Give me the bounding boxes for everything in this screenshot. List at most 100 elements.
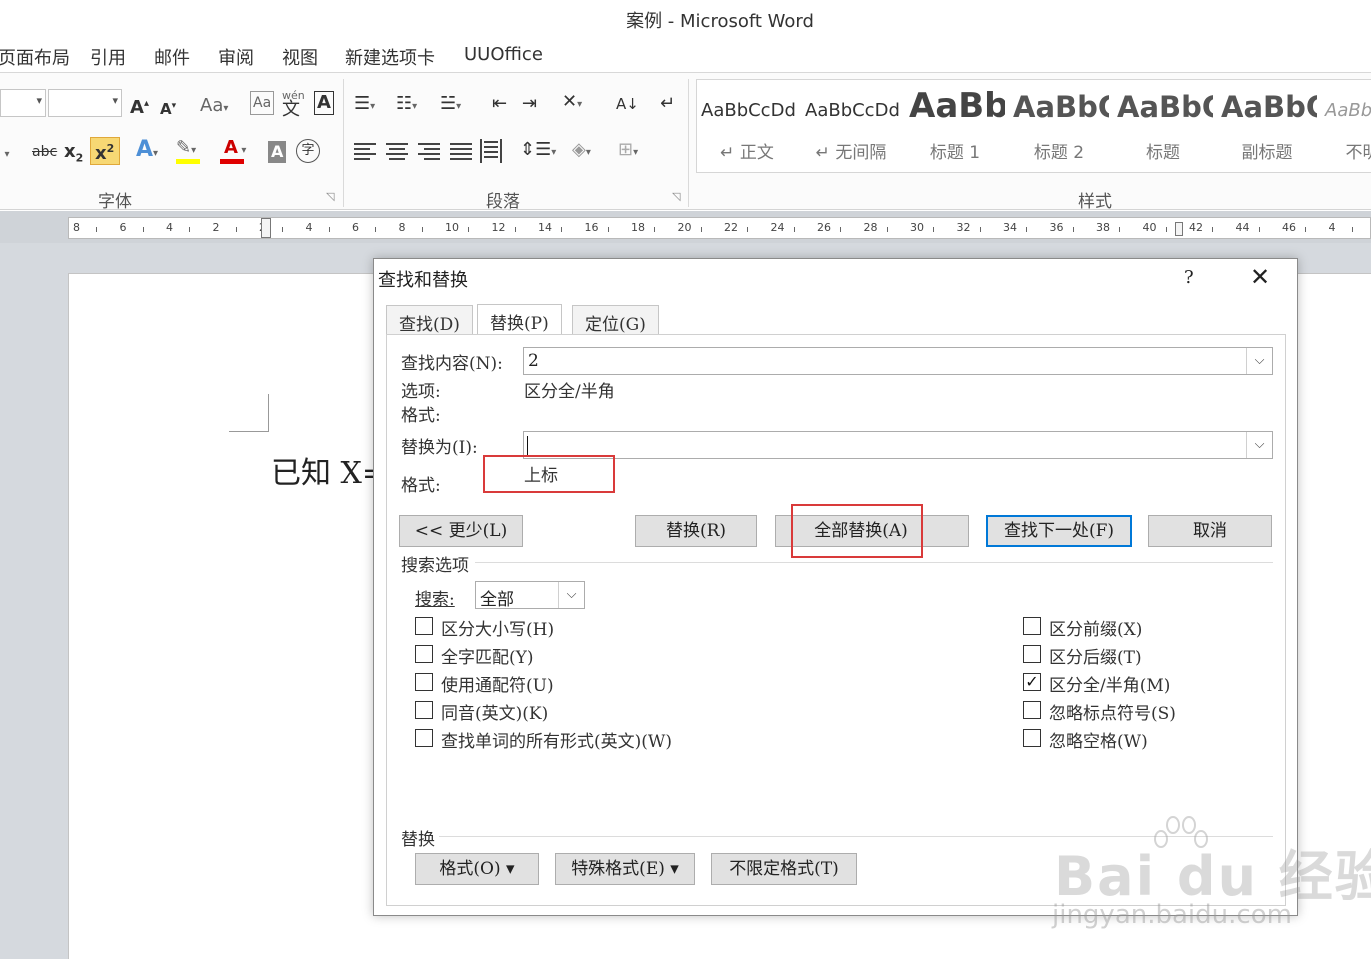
indent-marker[interactable] (261, 218, 271, 238)
replace-section-label: 替换 (401, 830, 435, 850)
font-dialog-launcher-icon[interactable]: ◹ (326, 190, 334, 203)
underline-icon[interactable]: J ▾ (0, 141, 10, 166)
tab-goto[interactable]: 定位(G) (572, 305, 659, 335)
justify-icon[interactable] (450, 143, 472, 161)
style-subtle-emphasis[interactable]: AaBb 不明显 (1321, 80, 1371, 172)
highlight-box-format (483, 455, 615, 493)
grow-font-icon[interactable]: A▴ (130, 93, 149, 119)
document-text[interactable]: 已知 X= (271, 448, 387, 492)
shrink-font-icon[interactable]: A▾ (160, 95, 176, 120)
text-effects-icon[interactable]: A▾ (136, 139, 158, 165)
line-spacing-icon[interactable]: ⇕☰▾ (520, 139, 556, 164)
change-case-icon[interactable]: Aa▾ (200, 95, 228, 120)
superscript-icon[interactable]: x2 (90, 137, 120, 165)
numbering-icon[interactable]: ☷▾ (396, 93, 417, 118)
paragraph-group-label: 段落 (486, 192, 520, 212)
ruler-label: 28 (863, 221, 878, 234)
match-width-label: 区分全/半角(M) (1049, 676, 1171, 696)
char-border-icon[interactable]: A (314, 91, 334, 115)
font-size-combo[interactable]: ▾ (48, 89, 122, 117)
enclose-char-icon[interactable]: 字 (296, 139, 320, 163)
chinese-layout-icon[interactable]: ✕▾ (562, 91, 582, 116)
find-input[interactable]: 2 ⌵ (523, 347, 1273, 375)
paragraph-dialog-launcher-icon[interactable]: ◹ (672, 190, 680, 203)
borders-icon[interactable]: ⊞▾ (618, 139, 638, 164)
less-button[interactable]: << 更少(L) (399, 515, 523, 547)
ruler-tick (96, 227, 98, 232)
ruler-label: 12 (491, 221, 506, 234)
right-indent-marker[interactable] (1175, 222, 1183, 236)
style-subtitle[interactable]: AaBbC 副标题 (1217, 80, 1317, 172)
whole-word-checkbox[interactable] (415, 645, 433, 663)
tab-uuoffice[interactable]: UUOffice (464, 44, 543, 65)
style-normal[interactable]: AaBbCcDdI ↵ 正文 (697, 80, 797, 172)
ruler-tick (1212, 227, 1214, 232)
search-direction-dropdown-icon[interactable]: ⌵ (558, 582, 584, 608)
ignore-space-checkbox[interactable] (1023, 729, 1041, 747)
bullets-icon[interactable]: ☰▾ (354, 93, 375, 118)
style-title[interactable]: AaBbC 标题 (1113, 80, 1213, 172)
ruler-label: 4 (1328, 221, 1336, 234)
align-center-icon[interactable] (386, 143, 408, 161)
show-marks-icon[interactable]: ↵ (660, 93, 675, 115)
search-direction-select[interactable]: 全部 ⌵ (475, 581, 585, 610)
ruler-tick (282, 227, 284, 232)
match-case-checkbox[interactable] (415, 617, 433, 635)
styles-group-label: 样式 (1078, 192, 1112, 212)
distributed-icon[interactable] (480, 139, 502, 163)
tab-references[interactable]: 引用 (90, 44, 126, 70)
ruler-tick (700, 227, 702, 232)
word-forms-checkbox[interactable] (415, 729, 433, 747)
ignore-punctuation-checkbox[interactable] (1023, 701, 1041, 719)
tab-view[interactable]: 视图 (282, 44, 318, 70)
style-no-spacing[interactable]: AaBbCcDdI ↵ 无间隔 (801, 80, 901, 172)
ruler-tick (328, 227, 330, 232)
char-shading-icon[interactable]: A (268, 141, 287, 163)
increase-indent-icon[interactable]: ⇥ (522, 93, 537, 115)
match-prefix-checkbox[interactable] (1023, 617, 1041, 635)
highlight-box-replace-all (791, 504, 923, 558)
font-group-label: 字体 (98, 192, 132, 212)
font-name-combo[interactable]: ▾ (0, 89, 46, 117)
tab-mailings[interactable]: 邮件 (154, 44, 190, 70)
ruler-label: 22 (724, 221, 738, 234)
format-button[interactable]: 格式(O) ▾ (415, 853, 539, 885)
help-button[interactable]: ? (1184, 267, 1194, 288)
replace-dropdown-icon[interactable]: ⌵ (1246, 432, 1272, 458)
sort-icon[interactable]: A↓ (616, 93, 639, 115)
cancel-button[interactable]: 取消 (1148, 515, 1272, 547)
horizontal-ruler[interactable]: 8642246810121416182022242628303234363840… (68, 217, 1371, 239)
tab-page-layout[interactable]: 页面布局 (0, 44, 70, 70)
close-button[interactable]: ✕ (1250, 263, 1270, 291)
subscript-icon[interactable]: x2 (64, 141, 83, 170)
options-label: 选项: (401, 382, 441, 402)
tab-replace[interactable]: 替换(P) (477, 304, 562, 335)
align-left-icon[interactable] (354, 143, 376, 161)
no-formatting-button[interactable]: 不限定格式(T) (711, 853, 857, 885)
replace-input[interactable]: ⌵ (523, 431, 1273, 459)
group-separator (343, 79, 344, 207)
find-dropdown-icon[interactable]: ⌵ (1246, 348, 1272, 374)
tab-find[interactable]: 查找(D) (386, 305, 473, 335)
strikethrough-icon[interactable]: abc (32, 141, 57, 163)
ruler-tick (1026, 227, 1028, 232)
find-next-button[interactable]: 查找下一处(F) (986, 515, 1132, 547)
ruler-tick (979, 227, 981, 232)
wildcards-checkbox[interactable] (415, 673, 433, 691)
special-button[interactable]: 特殊格式(E) ▾ (555, 853, 695, 885)
align-right-icon[interactable] (418, 143, 440, 161)
style-heading-1[interactable]: AaBb 标题 1 (905, 80, 1005, 172)
tab-review[interactable]: 审阅 (218, 44, 254, 70)
multilevel-list-icon[interactable]: ☱▾ (440, 93, 461, 118)
tab-new-tab[interactable]: 新建选项卡 (345, 44, 435, 70)
match-suffix-checkbox[interactable] (1023, 645, 1041, 663)
decrease-indent-icon[interactable]: ⇤ (492, 93, 507, 115)
shading-icon[interactable]: ◈▾ (572, 139, 591, 164)
match-width-checkbox[interactable]: ✓ (1023, 673, 1041, 691)
ruler-tick (142, 227, 144, 232)
ruler-label: 10 (445, 221, 459, 234)
clear-format-icon[interactable]: Aa (250, 91, 275, 115)
style-heading-2[interactable]: AaBbC 标题 2 (1009, 80, 1109, 172)
replace-button[interactable]: 替换(R) (635, 515, 757, 547)
sounds-like-checkbox[interactable] (415, 701, 433, 719)
